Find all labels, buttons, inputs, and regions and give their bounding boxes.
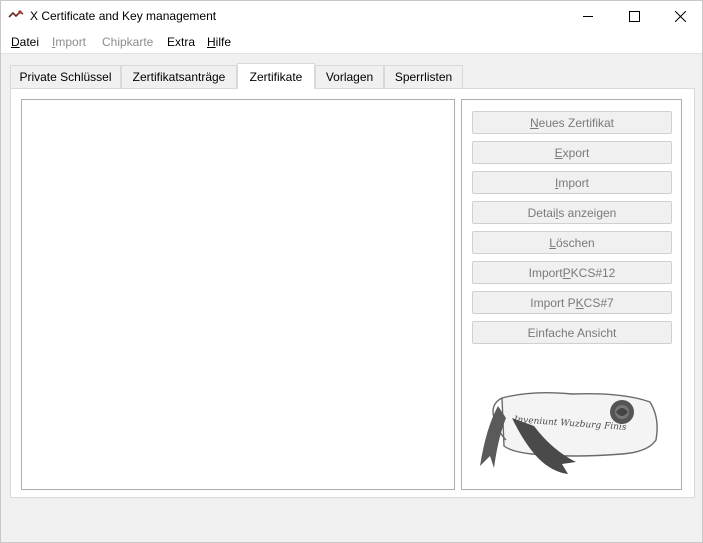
new-certificate-button[interactable]: Neues Zertifikat [472,111,672,134]
minimize-icon [582,16,593,17]
tab-revocation-lists[interactable]: Sperrlisten [384,65,463,88]
close-icon [674,11,686,22]
import-pkcs12-button[interactable]: Import P KCS#12 [472,261,672,284]
minimize-button[interactable] [565,1,611,32]
tab-templates[interactable]: Vorlagen [315,65,384,88]
window-title: X Certificate and Key management [30,9,217,23]
import-button[interactable]: Import [472,171,672,194]
tab-certificates[interactable]: Zertifikate [237,63,315,89]
menu-chipkarte[interactable]: Chipkarte [102,35,153,49]
delete-button[interactable]: Löschen [472,231,672,254]
scroll-seal-decoration: Inveniunt Wuzburg Finis [480,391,658,474]
main-window: X Certificate and Key management Datei I… [0,0,703,543]
simple-view-button[interactable]: Einfache Ansicht [472,321,672,344]
maximize-button[interactable] [611,1,657,32]
app-icon [8,10,24,18]
maximize-icon [628,11,640,22]
import-pkcs7-button[interactable]: Import P K CS#7 [472,291,672,314]
certificate-list[interactable] [21,99,455,490]
menu-datei[interactable]: Datei [11,35,39,49]
tab-private-keys[interactable]: Private Schlüssel [10,65,121,88]
show-details-button[interactable]: Detai l s anzeigen [472,201,672,224]
close-button[interactable] [657,1,703,32]
menu-bar: Datei Import Chipkarte Extra Hilfe [1,32,702,54]
menu-extra[interactable]: Extra [167,35,195,49]
menu-import[interactable]: Import [52,35,86,49]
title-bar: X Certificate and Key management [1,1,702,32]
tab-certificate-requests[interactable]: Zertifikatsanträge [121,65,237,88]
menu-hilfe[interactable]: Hilfe [207,35,231,49]
export-button[interactable]: Export [472,141,672,164]
